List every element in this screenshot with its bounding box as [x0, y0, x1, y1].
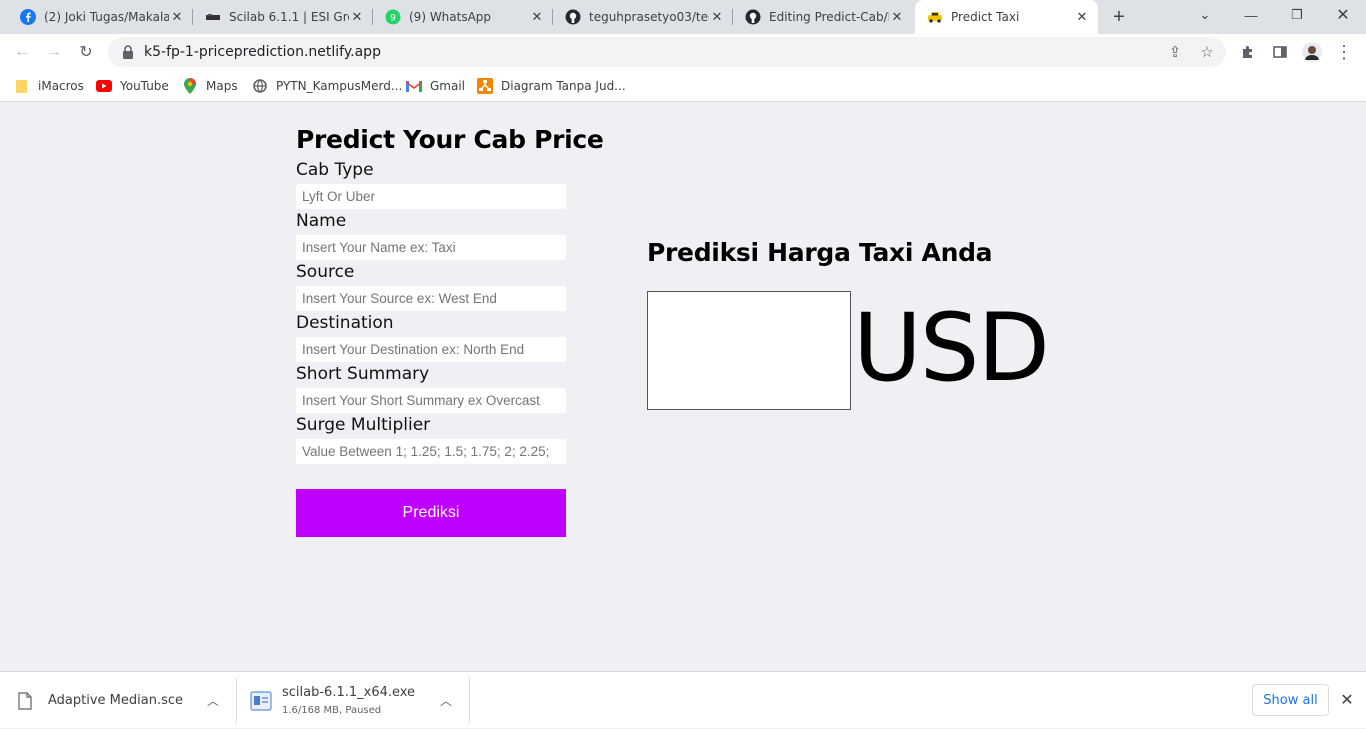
tab-title: Predict Taxi [951, 10, 1020, 24]
facebook-icon [20, 9, 36, 25]
form-title: Predict Your Cab Price [296, 125, 604, 154]
destination-label: Destination [296, 313, 394, 333]
installer-icon [250, 690, 272, 712]
source-label: Source [296, 262, 355, 282]
gmail-icon [406, 78, 422, 94]
new-tab-button[interactable]: + [1108, 6, 1130, 28]
tab-search-chevron-icon[interactable]: ⌄ [1182, 0, 1228, 30]
bookmark-star-icon[interactable]: ☆ [1199, 44, 1215, 61]
bookmark-maps[interactable]: Maps [182, 76, 238, 96]
menu-kebab-icon[interactable]: ⋮ [1334, 42, 1354, 62]
diagram-icon [477, 78, 493, 94]
bookmark-gmail[interactable]: Gmail [406, 76, 465, 96]
tab-close-icon[interactable]: ✕ [529, 9, 545, 25]
tab-title: (2) Joki Tugas/Makalah [44, 10, 169, 24]
divider [236, 678, 237, 723]
tab-title: (9) WhatsApp [409, 10, 492, 24]
short-summary-input[interactable] [296, 388, 566, 413]
prediction-output-box [647, 291, 851, 410]
tab-title: Editing Predict-Cab/README [769, 10, 889, 24]
show-all-button[interactable]: Show all [1252, 684, 1329, 716]
youtube-icon [96, 78, 112, 94]
address-bar[interactable]: k5-fp-1-priceprediction.netlify.app ⇪ ☆ [108, 37, 1226, 67]
bookmark-youtube[interactable]: YouTube [96, 76, 169, 96]
tab-close-icon[interactable]: ✕ [889, 9, 905, 25]
tab-close-icon[interactable]: ✕ [349, 9, 365, 25]
tab-close-icon[interactable]: ✕ [709, 9, 725, 25]
tab-scilab[interactable]: Scilab 6.1.1 | ESI Group ✕ [193, 0, 373, 34]
svg-text:9: 9 [390, 14, 396, 24]
divider [469, 678, 470, 723]
page-content: Predict Your Cab Price Cab Type Name Sou… [0, 103, 1366, 671]
bookmark-label: PYTN_KampusMerd... [276, 79, 403, 93]
download-item-adaptive-median[interactable]: Adaptive Median.sce [18, 672, 183, 729]
folder-icon [14, 78, 30, 94]
reload-icon[interactable]: ↻ [74, 40, 98, 64]
surge-multiplier-input[interactable] [296, 439, 566, 464]
cab-type-input[interactable] [296, 184, 566, 209]
maps-icon [182, 78, 198, 94]
file-icon [18, 691, 32, 710]
url-text: k5-fp-1-priceprediction.netlify.app [144, 44, 381, 60]
name-input[interactable] [296, 235, 566, 260]
bookmark-label: Maps [206, 79, 238, 93]
cab-type-label: Cab Type [296, 160, 374, 180]
bookmark-diagram[interactable]: Diagram Tanpa Jud... [477, 76, 626, 96]
taxi-icon [927, 9, 943, 25]
bookmark-label: Diagram Tanpa Jud... [501, 79, 626, 93]
tab-whatsapp[interactable]: 9 (9) WhatsApp ✕ [373, 0, 553, 34]
tab-title: Scilab 6.1.1 | ESI Group [229, 10, 349, 24]
tab-strip: (2) Joki Tugas/Makalah ✕ Scilab 6.1.1 | … [0, 0, 1366, 34]
github-icon [745, 9, 761, 25]
download-filename: Adaptive Median.sce [48, 693, 184, 708]
currency-label: USD [853, 294, 1050, 403]
forward-arrow-icon[interactable]: → [42, 40, 66, 64]
side-panel-icon[interactable] [1270, 42, 1290, 62]
minimize-icon[interactable]: — [1228, 0, 1274, 30]
bookmarks-bar: iMacros YouTube Maps PYTN_KampusMerd... … [0, 70, 1366, 102]
tab-github-editing[interactable]: Editing Predict-Cab/README ✕ [733, 0, 913, 34]
surge-multiplier-label: Surge Multiplier [296, 415, 431, 435]
destination-input[interactable] [296, 337, 566, 362]
globe-icon [252, 78, 268, 94]
tab-predict-taxi[interactable]: Predict Taxi ✕ [915, 0, 1098, 34]
bookmark-imacros[interactable]: iMacros [14, 76, 84, 96]
lock-icon [122, 45, 134, 59]
downloads-shelf: Adaptive Median.sce ︿ scilab-6.1.1_x64.e… [0, 671, 1366, 728]
tab-github-repo[interactable]: teguhprasetyo03/teguh ✕ [553, 0, 733, 34]
scilab-icon [205, 9, 221, 25]
chevron-up-icon[interactable]: ︿ [438, 692, 454, 708]
extensions-puzzle-icon[interactable] [1238, 42, 1258, 62]
result-title: Prediksi Harga Taxi Anda [647, 238, 993, 267]
share-icon[interactable]: ⇪ [1167, 44, 1183, 61]
browser-toolbar: ← → ↻ k5-fp-1-priceprediction.netlify.ap… [0, 34, 1366, 70]
restore-icon[interactable]: ❐ [1274, 0, 1320, 30]
bookmark-label: iMacros [38, 79, 84, 93]
tab-close-icon[interactable]: ✕ [169, 9, 185, 25]
short-summary-label: Short Summary [296, 364, 430, 384]
download-filename: scilab-6.1.1_x64.exe [282, 685, 416, 700]
chevron-up-icon[interactable]: ︿ [205, 692, 221, 708]
download-item-scilab[interactable]: scilab-6.1.1_x64.exe 1.6/168 MB, Paused [250, 672, 415, 729]
source-input[interactable] [296, 286, 566, 311]
whatsapp-icon: 9 [385, 9, 401, 25]
close-icon[interactable]: ✕ [1338, 691, 1356, 709]
avatar[interactable] [1302, 42, 1322, 62]
bookmark-pytn[interactable]: PYTN_KampusMerd... [252, 76, 402, 96]
bookmark-label: Gmail [430, 79, 466, 93]
name-label: Name [296, 211, 347, 231]
bookmark-label: YouTube [120, 79, 169, 93]
tab-close-icon[interactable]: ✕ [1074, 9, 1090, 25]
tab-title: teguhprasetyo03/teguh [589, 10, 709, 24]
download-status: 1.6/168 MB, Paused [282, 705, 382, 716]
tab-facebook[interactable]: (2) Joki Tugas/Makalah ✕ [8, 0, 193, 34]
back-arrow-icon[interactable]: ← [10, 40, 34, 64]
predict-button[interactable]: Prediksi [296, 489, 566, 537]
github-icon [565, 9, 581, 25]
window-close-icon[interactable]: ✕ [1320, 0, 1366, 30]
